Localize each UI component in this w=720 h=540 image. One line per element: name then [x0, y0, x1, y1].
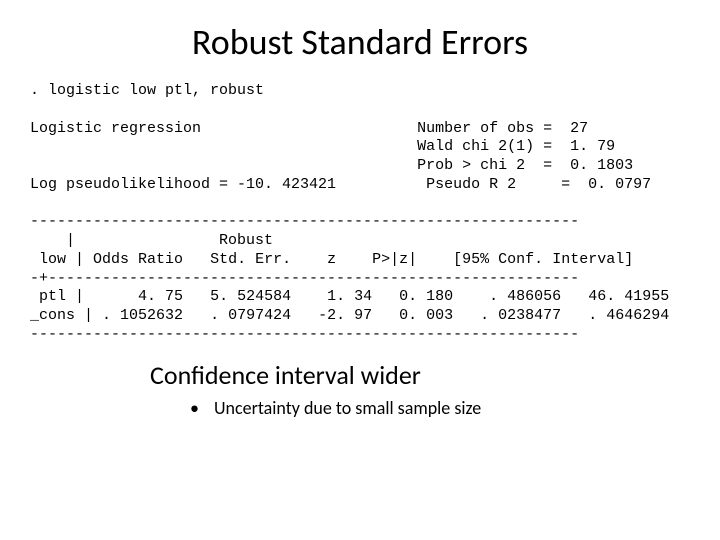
- loglik-line: Log pseudolikelihood = -10. 423421: [30, 176, 336, 193]
- table-hline: ----------------------------------------…: [30, 213, 579, 230]
- stata-output: . logistic low ptl, robust Logistic regr…: [30, 82, 690, 345]
- slide-title: Robust Standard Errors: [30, 20, 690, 64]
- regression-header: Logistic regression: [30, 120, 201, 137]
- prob-label: Prob > chi 2: [417, 157, 525, 174]
- table-sep: -+--------------------------------------…: [30, 270, 579, 287]
- r2-value: 0. 0797: [588, 176, 651, 193]
- slide: Robust Standard Errors . logistic low pt…: [0, 0, 720, 540]
- wald-label: Wald chi 2(1): [417, 138, 534, 155]
- prob-value: 0. 1803: [570, 157, 633, 174]
- bullet-icon: •: [190, 397, 214, 419]
- conclusion-block: Confidence interval wider •Uncertainty d…: [30, 359, 690, 419]
- table-hline-bottom: ----------------------------------------…: [30, 326, 579, 343]
- nobs-value: 27: [570, 120, 588, 137]
- bullet-text: Uncertainty due to small sample size: [214, 397, 481, 419]
- r2-label: Pseudo R 2: [426, 176, 516, 193]
- command-line: . logistic low ptl, robust: [30, 82, 264, 99]
- nobs-label: Number of obs: [417, 120, 534, 137]
- conclusion-heading: Confidence interval wider: [150, 359, 690, 391]
- wald-value: 1. 79: [570, 138, 615, 155]
- conclusion-bullet: •Uncertainty due to small sample size: [150, 397, 690, 419]
